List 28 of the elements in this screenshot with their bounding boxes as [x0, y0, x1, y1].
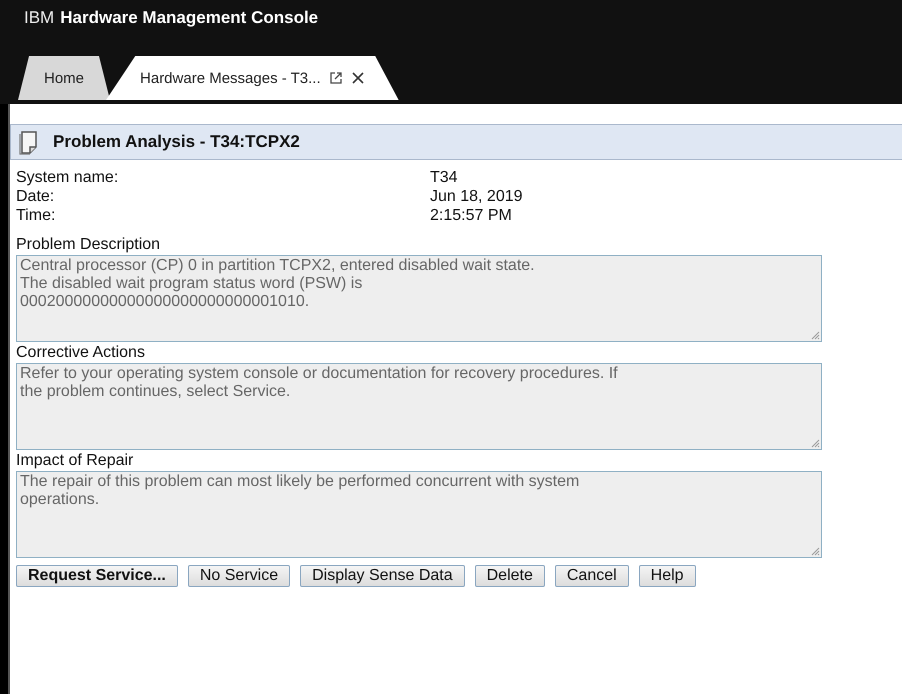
section-heading: Corrective Actions [16, 343, 146, 363]
dialog-button[interactable]: Help [638, 565, 696, 587]
detail-value: T34 [430, 168, 459, 187]
dialog-button[interactable]: Display Sense Data [300, 565, 465, 587]
brand-text: IBM [24, 8, 54, 28]
resize-grip-icon[interactable] [810, 438, 820, 448]
dialog-button[interactable]: Request Service... [16, 565, 178, 587]
resize-grip-icon[interactable] [810, 546, 820, 556]
app-title: Hardware Management Console [60, 8, 318, 28]
dialog-button[interactable]: Cancel [554, 565, 629, 587]
detail-label: Date: [16, 187, 56, 206]
resize-grip-icon[interactable] [810, 330, 820, 340]
tab[interactable]: Hardware Messages - T3... [106, 56, 399, 100]
detail-label: Time: [16, 206, 56, 225]
pop-out-icon[interactable] [328, 71, 343, 85]
detail-label: System name: [16, 168, 120, 187]
section-heading: Problem Description [16, 235, 162, 255]
tab[interactable]: Home [18, 56, 110, 100]
text-area[interactable]: Central processor (CP) 0 in partition TCPX2, entered disabled wait state. The disabled wait program status word (PSW) is 00020000000000000000000000001010. [16, 255, 822, 342]
section-heading: Impact of Repair [16, 451, 134, 471]
dialog-button[interactable]: Delete [474, 565, 545, 587]
detail-value: Jun 18, 2019 [430, 187, 524, 206]
dialog-button[interactable]: No Service [188, 565, 290, 587]
text-area[interactable]: The repair of this problem can most likely be performed concurrent with system operations. [16, 471, 822, 558]
text-area[interactable]: Refer to your operating system console or documentation for recovery procedures. If the problem continues, select Service. [16, 363, 822, 450]
panel-title: Problem Analysis - T34:TCPX2 [53, 132, 300, 152]
detail-value: 2:15:57 PM [430, 206, 513, 225]
close-icon[interactable] [350, 71, 365, 85]
